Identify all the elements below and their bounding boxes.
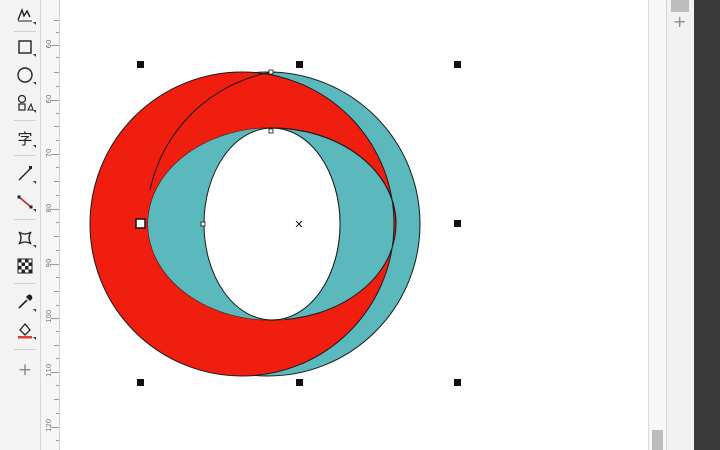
handle-top-right	[454, 61, 461, 68]
window-edge	[694, 0, 720, 450]
add-docker-button[interactable]: +	[673, 12, 686, 31]
drawing-canvas[interactable]	[0, 0, 720, 450]
vertical-scrollbar[interactable]	[648, 0, 667, 450]
handle-top-left	[137, 61, 144, 68]
docker-panel: +	[666, 0, 695, 450]
handle-top-center	[296, 61, 303, 68]
handle-bottom-center	[296, 379, 303, 386]
inner-hole	[203, 127, 341, 321]
handle-bottom-right	[454, 379, 461, 386]
docker-tab[interactable]	[671, 0, 689, 12]
handle-bottom-left	[137, 379, 144, 386]
handle-middle-right	[454, 220, 461, 227]
scroll-thumb[interactable]	[652, 430, 663, 450]
handle-middle-left[interactable]	[135, 218, 146, 229]
